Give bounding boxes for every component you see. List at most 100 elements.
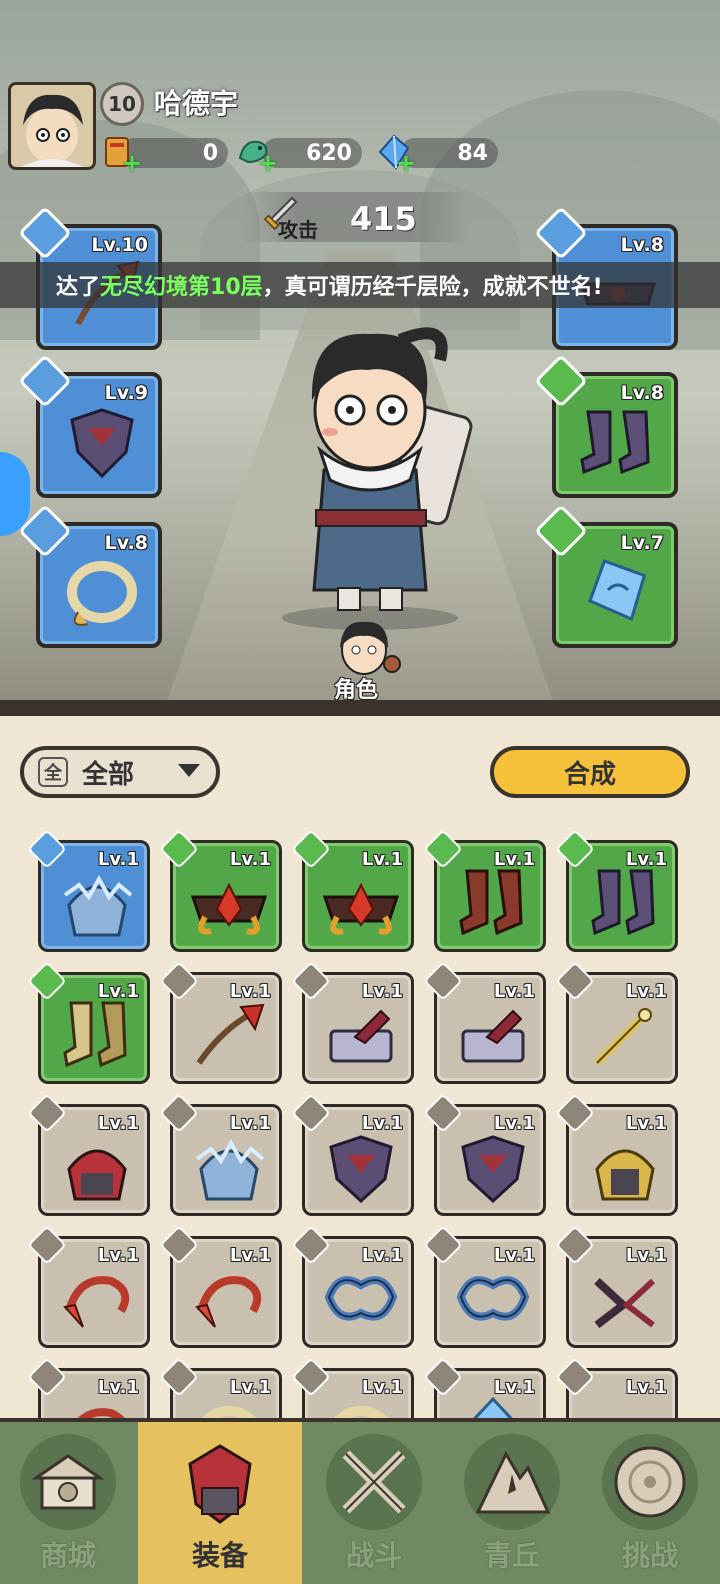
flame-belt-icon <box>322 882 400 935</box>
equip-slot-ring[interactable]: Lv.8 <box>18 504 162 648</box>
blue-amulet-icon <box>588 559 647 622</box>
dark-armor-icon <box>461 1135 525 1204</box>
nav-tab-qingqiu[interactable]: 青丘 <box>444 1422 580 1584</box>
dark-armor-icon <box>329 1135 393 1204</box>
item-type-icon <box>423 1357 463 1397</box>
inventory-item-slot[interactable]: Lv.1 <box>423 1093 546 1216</box>
item-type-icon <box>555 829 595 869</box>
dark-armor-icon <box>70 408 134 479</box>
nav-label: 商城 <box>39 1539 96 1572</box>
add-crystal-button[interactable]: + <box>396 151 416 175</box>
slot-level: Lv.8 <box>620 234 664 256</box>
chevron-down-icon <box>178 764 200 777</box>
item-type-icon <box>27 1357 67 1397</box>
item-level: Lv.1 <box>229 1245 271 1266</box>
flame-belt-icon <box>190 882 268 935</box>
resource-value: 0 <box>202 140 218 166</box>
nav-label: 战斗 <box>345 1539 402 1572</box>
hero-scene: 10 哈德宇 0 + 620 + 84 + 攻击 415 Lv.10 Lv.9 … <box>0 0 720 716</box>
nav-tab-equipment[interactable]: 装备 <box>138 1422 302 1584</box>
boots-type-icon <box>534 354 588 408</box>
item-type-icon <box>27 961 67 1001</box>
item-type-icon <box>423 961 463 1001</box>
nav-tab-shop[interactable]: 商城 <box>0 1422 136 1584</box>
nav-tab-challenge[interactable]: 挑战 <box>582 1422 718 1584</box>
item-type-icon <box>27 829 67 869</box>
add-tickets-button[interactable]: + <box>122 151 142 175</box>
inventory-item-slot[interactable]: Lv.1 <box>423 961 546 1084</box>
inventory-item-slot[interactable]: Lv.1 <box>159 829 282 952</box>
inventory-item-slot[interactable]: Lv.1 <box>423 829 546 952</box>
challenge-orb-icon <box>602 1434 698 1530</box>
add-jade-button[interactable]: + <box>258 151 278 175</box>
item-level: Lv.1 <box>97 1245 139 1266</box>
item-level: Lv.1 <box>229 981 271 1002</box>
player-level-badge: 10 <box>100 82 144 126</box>
item-level: Lv.1 <box>229 1377 271 1398</box>
equip-slot-amulet[interactable]: Lv.7 <box>534 504 678 648</box>
inventory-item-slot[interactable]: Lv.1 <box>27 1225 150 1348</box>
item-level: Lv.1 <box>493 1377 535 1398</box>
inventory-item-slot[interactable]: Lv.1 <box>159 1225 282 1348</box>
inventory-item-slot[interactable]: Lv.1 <box>27 961 150 1084</box>
item-type-icon <box>291 1357 331 1397</box>
inventory-item-slot[interactable]: Lv.1 <box>159 1093 282 1216</box>
item-type-icon <box>291 1225 331 1265</box>
inventory-item-slot[interactable]: Lv.1 <box>555 829 678 952</box>
item-type-icon <box>423 1225 463 1265</box>
steel-sword-icon <box>461 1009 525 1063</box>
player-avatar[interactable] <box>8 82 96 170</box>
compose-button[interactable]: 合成 <box>490 746 690 798</box>
item-level: Lv.1 <box>625 1245 667 1266</box>
item-type-icon <box>291 961 331 1001</box>
item-type-icon <box>555 961 595 1001</box>
nav-tab-battle[interactable]: 战斗 <box>306 1422 442 1584</box>
item-type-icon <box>159 1225 199 1265</box>
equipment-icon <box>172 1434 268 1530</box>
flame-sword-icon <box>196 1003 265 1065</box>
blue-ring-icon <box>456 1276 530 1321</box>
inventory-item-slot[interactable]: Lv.1 <box>291 1093 414 1216</box>
item-level: Lv.1 <box>97 1377 139 1398</box>
purple-boots-icon <box>580 410 650 475</box>
nav-label: 挑战 <box>621 1539 678 1572</box>
attack-label: 攻击 <box>278 218 318 242</box>
inventory-item-slot[interactable]: Lv.1 <box>291 1225 414 1348</box>
inventory-item-slot[interactable]: Lv.1 <box>291 961 414 1084</box>
purple-boots-icon <box>591 869 655 936</box>
inventory-item-slot[interactable]: Lv.1 <box>555 1093 678 1216</box>
equip-slot-armor[interactable]: Lv.9 <box>18 354 162 498</box>
item-level: Lv.1 <box>493 981 535 1002</box>
item-level: Lv.1 <box>493 1245 535 1266</box>
item-level: Lv.1 <box>625 1113 667 1134</box>
item-type-icon <box>423 1093 463 1133</box>
item-type-icon <box>291 1093 331 1133</box>
item-level: Lv.1 <box>493 1113 535 1134</box>
inventory-item-slot[interactable]: Lv.1 <box>27 1093 150 1216</box>
slot-level: Lv.8 <box>620 382 664 404</box>
inventory-item-slot[interactable]: Lv.1 <box>555 961 678 1084</box>
golden-ring-icon <box>67 561 137 626</box>
item-type-icon <box>27 1225 67 1265</box>
dark-ring-icon <box>594 1278 656 1329</box>
slot-level: Lv.9 <box>104 382 148 404</box>
inventory-item-slot[interactable]: Lv.1 <box>423 1225 546 1348</box>
item-level: Lv.1 <box>97 981 139 1002</box>
item-level: Lv.1 <box>625 981 667 1002</box>
item-level: Lv.1 <box>361 849 403 870</box>
blue-ring-icon <box>324 1276 398 1321</box>
equip-slot-boots[interactable]: Lv.8 <box>534 354 678 498</box>
inventory-item-slot[interactable]: Lv.1 <box>555 1225 678 1348</box>
inventory-item-slot[interactable]: Lv.1 <box>159 961 282 1084</box>
red-boots-icon <box>459 869 523 936</box>
inventory-item-slot[interactable]: Lv.1 <box>291 829 414 952</box>
resource-value: 620 <box>306 140 352 166</box>
category-filter-dropdown[interactable]: 全 全部 <box>20 746 220 798</box>
item-type-icon <box>159 829 199 869</box>
item-type-icon <box>423 829 463 869</box>
bottom-navigation: 商城 装备 战斗 青丘 挑战 <box>0 1418 720 1584</box>
item-level: Lv.1 <box>229 849 271 870</box>
inventory-item-slot[interactable]: Lv.1 <box>27 829 150 952</box>
role-button-label[interactable]: 角色 <box>334 672 378 704</box>
slot-level: Lv.7 <box>620 532 664 554</box>
